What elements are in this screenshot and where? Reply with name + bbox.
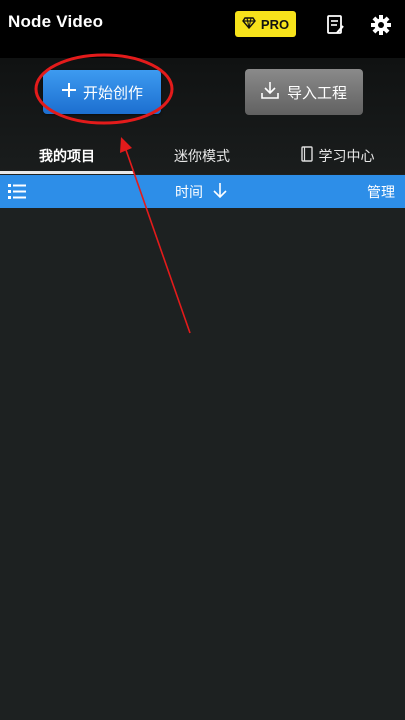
tab-bar: 我的项目 迷你模式 学习中心 xyxy=(0,139,405,175)
tab-label: 我的项目 xyxy=(39,149,95,165)
download-icon xyxy=(261,81,279,103)
sort-label: 时间 xyxy=(175,184,203,201)
start-creation-button[interactable]: 开始创作 xyxy=(43,70,161,114)
start-creation-label: 开始创作 xyxy=(82,83,143,102)
import-project-button[interactable]: 导入工程 xyxy=(245,69,363,115)
tab-label: 迷你模式 xyxy=(174,149,230,165)
tab-my-projects[interactable]: 我的项目 xyxy=(0,139,134,173)
active-tab-indicator xyxy=(0,171,134,174)
diamond-icon xyxy=(242,16,256,32)
tab-mini-mode[interactable]: 迷你模式 xyxy=(134,139,270,173)
list-icon[interactable] xyxy=(8,184,26,203)
arrow-down-icon xyxy=(213,182,227,202)
import-project-label: 导入工程 xyxy=(286,83,347,102)
pro-button[interactable]: PRO xyxy=(235,11,296,37)
book-icon xyxy=(300,146,313,166)
pro-label: PRO xyxy=(260,16,290,32)
tab-label: 学习中心 xyxy=(318,149,375,165)
top-bar: Node Video PRO xyxy=(0,0,405,58)
plus-icon xyxy=(61,82,77,102)
manage-label: 管理 xyxy=(367,184,395,201)
tab-learning-center[interactable]: 学习中心 xyxy=(270,139,405,173)
project-list-empty xyxy=(0,208,405,720)
project-toolbar: 时间 管理 xyxy=(0,175,405,208)
document-edit-icon[interactable] xyxy=(322,12,348,38)
manage-button[interactable]: 管理 xyxy=(367,175,395,208)
sort-by-time-button[interactable]: 时间 xyxy=(175,175,227,208)
gear-icon[interactable] xyxy=(368,12,394,38)
app-title: Node Video xyxy=(8,12,104,31)
